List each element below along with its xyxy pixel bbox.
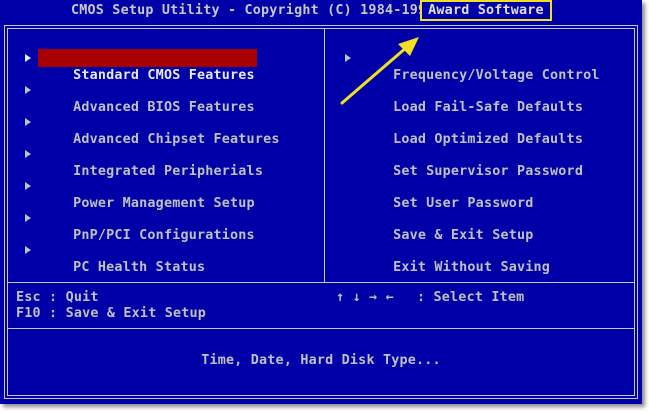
title-bar: CMOS Setup Utility - Copyright (C) 1984-… [0,0,642,22]
menu-label: PC Health Status [73,260,206,275]
status-divider [7,328,635,329]
menu-advanced-bios-features[interactable]: Advanced BIOS Features [25,81,255,115]
menu-label: Exit Without Saving [393,260,551,275]
triangle-right-icon [345,54,351,62]
help-f10-save-exit: F10 : Save & Exit Setup [16,306,207,321]
menu-pc-health-status[interactable]: PC Health Status [25,241,205,275]
menu-save-exit-setup[interactable]: Save & Exit Setup [360,209,534,243]
help-select-item: : Select Item [417,290,525,305]
triangle-right-icon [25,54,31,62]
triangle-right-icon [25,246,31,254]
vendor-label: Award Software [420,0,552,21]
triangle-right-icon [25,150,31,158]
triangle-right-icon [25,214,31,222]
title-text: CMOS Setup Utility - Copyright (C) 1984-… [71,3,435,18]
arrow-keys-icon: ↑ ↓ → ← [336,290,394,305]
menu-integrated-peripherials[interactable]: Integrated Peripherials [25,145,263,179]
help-esc-quit: Esc : Quit [16,290,99,305]
menu-load-optimized-defaults[interactable]: Load Optimized Defaults [360,113,583,147]
help-divider [7,282,635,283]
menu-standard-cmos-features[interactable]: Standard CMOS Features [25,49,257,83]
menu-advanced-chipset-features[interactable]: Advanced Chipset Features [25,113,280,147]
status-description: Time, Date, Hard Disk Type... [201,353,441,368]
triangle-right-icon [25,118,31,126]
menu-exit-without-saving[interactable]: Exit Without Saving [360,241,550,275]
menu-power-management-setup[interactable]: Power Management Setup [25,177,255,211]
menu-load-fail-safe-defaults[interactable]: Load Fail-Safe Defaults [360,81,583,115]
triangle-right-icon [25,86,31,94]
menu-set-supervisor-password[interactable]: Set Supervisor Password [360,145,583,179]
menu-pnp-pci-configurations[interactable]: PnP/PCI Configurations [25,209,255,243]
bios-screen: CMOS Setup Utility - Copyright (C) 1984-… [0,0,642,404]
menu-frequency-voltage-control[interactable]: Frequency/Voltage Control [345,49,600,83]
triangle-right-icon [25,182,31,190]
menu-set-user-password[interactable]: Set User Password [360,177,534,211]
column-divider [324,28,325,282]
